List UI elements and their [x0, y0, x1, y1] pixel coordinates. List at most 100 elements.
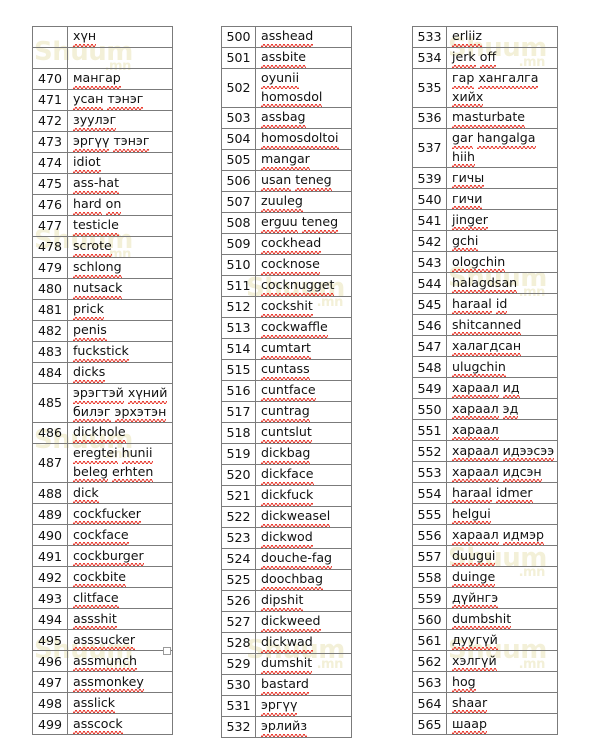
spellcheck-underlined-word: cuntslut	[261, 423, 312, 443]
table-row: 480 nutsack	[32, 278, 173, 300]
spellcheck-underlined-word: хараал	[452, 442, 499, 461]
table-row: 531 эргүү	[221, 695, 352, 718]
word-cell: хараал идээсээ	[445, 440, 559, 463]
spellcheck-underlined-word: хэлгүй	[452, 652, 497, 671]
spellcheck-underlined-word: gchi	[452, 232, 479, 251]
spellcheck-underlined-word: shaar	[452, 694, 488, 713]
table-row: 559 дүйнгэ	[412, 587, 559, 610]
table-row: 501 assbite	[221, 47, 352, 69]
spellcheck-underlined-word: asscock	[73, 715, 123, 734]
word-cell: erguu teneg	[255, 212, 352, 235]
table-row: 513 cockwaffle	[221, 317, 352, 340]
spellcheck-underlined-word: cockhead	[261, 234, 322, 254]
spellcheck-underlined-word: хараал	[452, 400, 499, 419]
table-row: 476 hard on	[32, 194, 173, 216]
word-cell: asscock	[67, 713, 173, 736]
row-number-cell: 499	[32, 713, 68, 736]
table-row: 553 хараал идсэн	[412, 461, 559, 484]
word-cell: dickhole	[67, 422, 173, 445]
row-number-cell: 484	[32, 362, 68, 384]
table-row: 479 schlong	[32, 257, 173, 279]
table-row: 493 clitface	[32, 587, 173, 610]
spellcheck-underlined-word: nutsack	[73, 279, 123, 299]
spellcheck-underlined-word: duugui	[452, 547, 496, 566]
table-row: 498 asslick	[32, 692, 173, 715]
table-row: 549 хараал ид	[412, 377, 559, 400]
word-cell: dipshit	[255, 590, 352, 613]
table-row: 536 masturbate	[412, 107, 559, 130]
word-cell: cuntass	[255, 359, 352, 382]
row-number-cell: 521	[221, 485, 256, 508]
word-cell: helgui	[445, 503, 559, 526]
row-number-cell: 552	[412, 440, 447, 463]
word-cell: хараал эд	[445, 398, 559, 421]
spellcheck-underlined-word: haraal	[452, 484, 492, 503]
row-number-cell: 513	[221, 317, 256, 340]
word-cell: cockwaffle	[255, 317, 352, 340]
row-number-cell: 509	[221, 233, 256, 256]
row-number-cell: 561	[412, 629, 447, 652]
word-cell: shaar	[445, 692, 559, 715]
table-row: 558 duinge	[412, 566, 559, 589]
table-row: 520 dickface	[221, 464, 352, 487]
word-cell: dickwad	[255, 632, 352, 655]
row-number-cell: 518	[221, 422, 256, 445]
word-cell: хараал идмэр	[445, 524, 559, 547]
spellcheck-underlined-word: testicle	[73, 216, 119, 236]
row-number-cell: 479	[32, 257, 68, 279]
table-row: 526 dipshit	[221, 590, 352, 613]
word-cell: assshit	[67, 608, 173, 631]
spellcheck-underlined-word: хүн	[73, 27, 97, 47]
word-cell: penis	[67, 320, 173, 342]
row-number-cell: 540	[412, 188, 447, 211]
table-row: 542 gchi	[412, 230, 559, 253]
word-cell: scrote	[67, 236, 173, 258]
spellcheck-underlined-word: homosdoltoi	[261, 129, 339, 149]
table-row: 543 ologchin	[412, 251, 559, 274]
row-number-cell: 490	[32, 524, 68, 547]
word-cell: ologchin	[445, 251, 559, 274]
spellcheck-underlined-word: asssucker	[73, 631, 136, 650]
column-header-cell: хүн	[67, 26, 173, 48]
spellcheck-underlined-word: халагдсан	[452, 337, 522, 356]
table-row: 514 cumtart	[221, 338, 352, 361]
spellcheck-underlined-word: cumtart	[261, 339, 311, 359]
row-number-cell: 559	[412, 587, 447, 610]
spellcheck-underlined-word: ass-hat	[73, 174, 120, 194]
spellcheck-underlined-word: dickbag	[261, 444, 311, 464]
word-cell: haraal id	[445, 293, 559, 316]
word-cell: assmunch	[67, 650, 173, 673]
table-row: 519 dickbag	[221, 443, 352, 466]
row-number-cell: 512	[221, 296, 256, 319]
word-table-body: хүн 470 мангар 471 усан тэнэг 472 зуулэг 473 эр…	[32, 26, 173, 736]
table-row: 506 usan teneg	[221, 170, 352, 193]
word-cell: дуугүй	[445, 629, 559, 652]
row-number-cell: 530	[221, 674, 256, 697]
table-row: 560 dumbshit	[412, 608, 559, 631]
table-row: 561 дуугүй	[412, 629, 559, 652]
word-cell: cockburger	[67, 545, 173, 568]
row-number-cell: 550	[412, 398, 447, 421]
word-cell: хараал	[445, 419, 559, 442]
row-number-cell: 480	[32, 278, 68, 300]
spellcheck-underlined-word: hunii	[121, 444, 153, 464]
row-number-cell: 477	[32, 215, 68, 237]
resize-handle[interactable]	[163, 647, 171, 655]
row-number-cell: 510	[221, 254, 256, 277]
spellcheck-underlined-word: erguu	[261, 213, 298, 233]
row-number-cell: 548	[412, 356, 447, 379]
spellcheck-underlined-word: fuckstick	[73, 342, 129, 362]
spellcheck-underlined-word: dickwod	[261, 528, 313, 548]
word-cell: mangar	[255, 149, 352, 172]
spellcheck-underlined-word: ид	[502, 379, 520, 398]
row-number-cell: 470	[32, 68, 68, 90]
table-row: 557 duugui	[412, 545, 559, 568]
row-number-cell: 523	[221, 527, 256, 550]
spellcheck-underlined-word: cockbite	[73, 568, 127, 587]
row-number-cell: 529	[221, 653, 256, 676]
row-number-cell: 498	[32, 692, 68, 715]
spellcheck-underlined-word: идмэр	[502, 526, 545, 545]
row-number-cell: 545	[412, 293, 447, 316]
word-cell: duugui	[445, 545, 559, 568]
word-cell: gchi	[445, 230, 559, 253]
